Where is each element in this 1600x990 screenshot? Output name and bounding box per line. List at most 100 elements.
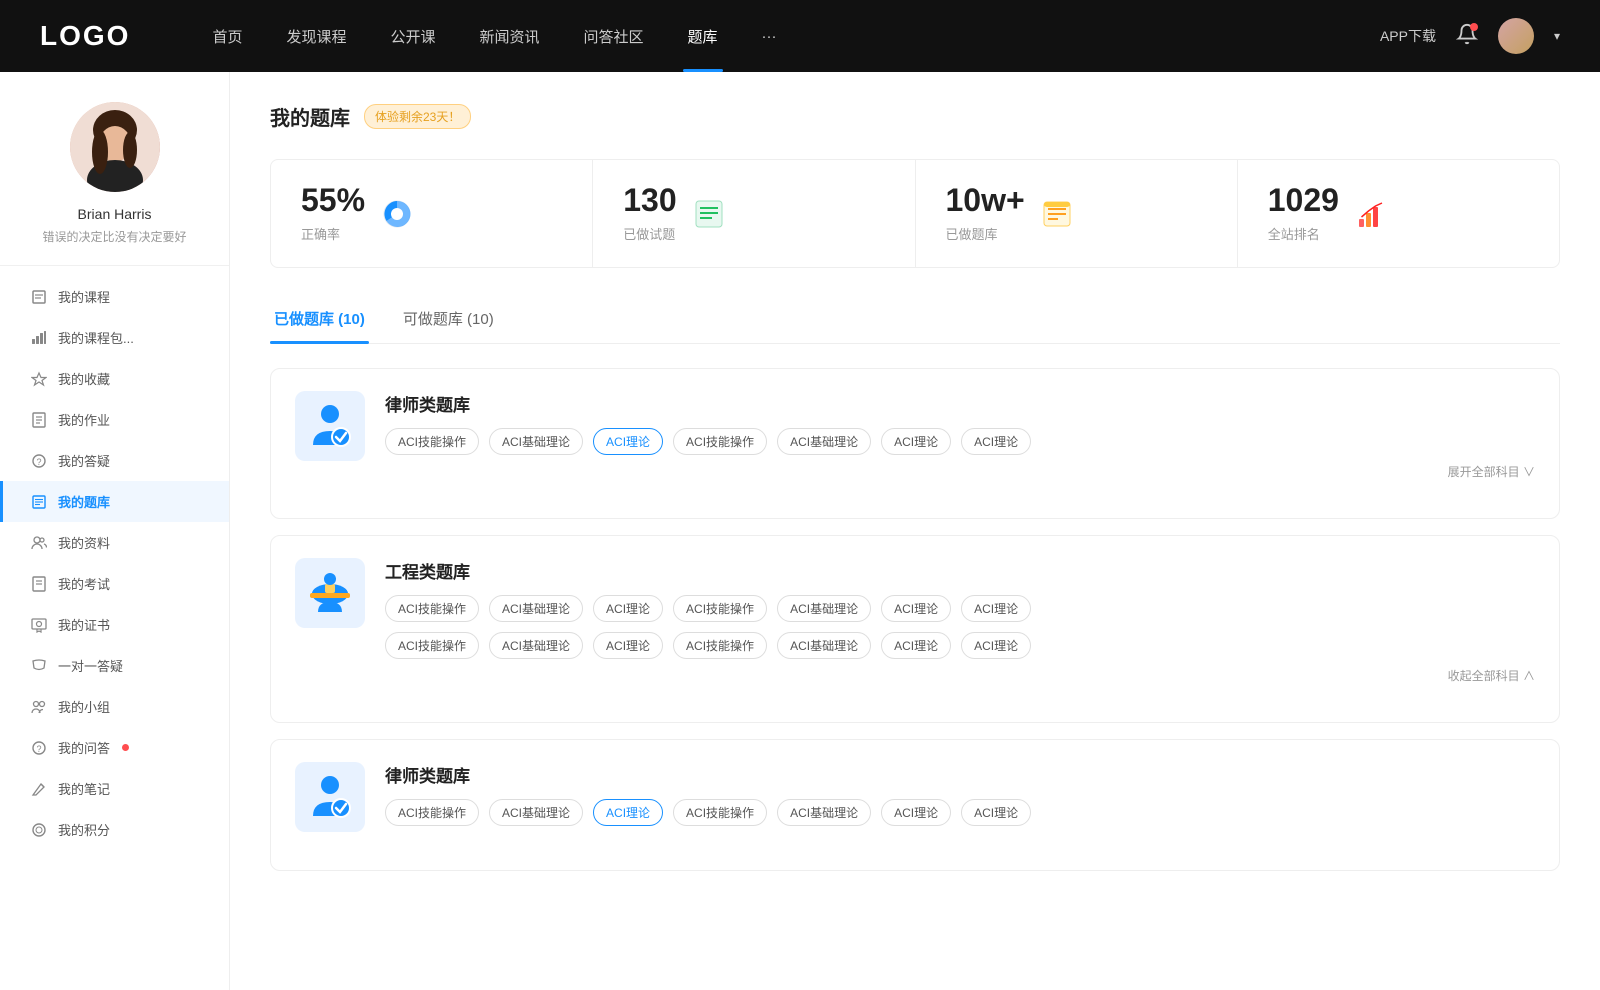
sidebar-menu: 我的课程 我的课程包... 我的收藏 我的作业	[0, 266, 229, 860]
tabs-row: 已做题库 (10) 可做题库 (10)	[270, 298, 1560, 344]
qbank-lawyer2-tag-0[interactable]: ACI技能操作	[385, 799, 479, 826]
sidebar-item-my-data[interactable]: 我的资料	[0, 522, 229, 563]
course-pkg-icon	[30, 329, 48, 347]
qbank-engineer1-info: 工程类题库 ACI技能操作 ACI基础理论 ACI理论 ACI技能操作 ACI基…	[385, 558, 1535, 684]
groups-icon	[30, 698, 48, 716]
engineer1-icon-wrap	[295, 558, 365, 628]
qbank-engineer1-tag2-4[interactable]: ACI基础理论	[777, 632, 871, 659]
app-download[interactable]: APP下载	[1380, 26, 1436, 46]
svg-text:?: ?	[36, 457, 41, 467]
qbank-engineer1-tag2-2[interactable]: ACI理论	[593, 632, 663, 659]
sidebar-item-qbank[interactable]: 我的题库	[0, 481, 229, 522]
question-notification-dot	[122, 744, 129, 751]
qbank-lawyer2-tag-2[interactable]: ACI理论	[593, 799, 663, 826]
sidebar-label-groups: 我的小组	[58, 697, 110, 716]
tab-done-banks[interactable]: 已做题库 (10)	[270, 298, 369, 343]
sidebar-label-exam: 我的考试	[58, 574, 110, 593]
sidebar-profile: Brian Harris 错误的决定比没有决定要好	[0, 72, 229, 266]
user-avatar[interactable]	[1498, 18, 1534, 54]
sidebar-item-tutoring[interactable]: 一对一答疑	[0, 645, 229, 686]
qbank-card-lawyer2: 律师类题库 ACI技能操作 ACI基础理论 ACI理论 ACI技能操作 ACI基…	[270, 739, 1560, 871]
qbank-engineer1-tag2-5[interactable]: ACI理论	[881, 632, 951, 659]
qbank-engineer1-tag2-6[interactable]: ACI理论	[961, 632, 1031, 659]
qbank-lawyer1-tag-6[interactable]: ACI理论	[961, 428, 1031, 455]
nav-more[interactable]: ···	[740, 0, 799, 72]
notification-bell[interactable]	[1456, 23, 1478, 50]
qbank-lawyer1-info: 律师类题库 ACI技能操作 ACI基础理论 ACI理论 ACI技能操作 ACI基…	[385, 391, 1535, 480]
tab-available-banks[interactable]: 可做题库 (10)	[399, 298, 498, 343]
nav-open-course[interactable]: 公开课	[368, 0, 457, 72]
sidebar-label-cert: 我的证书	[58, 615, 110, 634]
qbank-lawyer1-tag-4[interactable]: ACI基础理论	[777, 428, 871, 455]
qbank-engineer1-tag-6[interactable]: ACI理论	[961, 595, 1031, 622]
question-icon: ?	[30, 739, 48, 757]
nav-qa[interactable]: 问答社区	[562, 0, 666, 72]
qbank-engineer1-tag-4[interactable]: ACI基础理论	[777, 595, 871, 622]
nav-qbank[interactable]: 题库	[666, 0, 740, 72]
ranking-icon	[1353, 196, 1389, 232]
qbank-lawyer1-tag-2[interactable]: ACI理论	[593, 428, 663, 455]
sidebar-item-my-question[interactable]: ? 我的问答	[0, 727, 229, 768]
qbank-engineer1-tag2-0[interactable]: ACI技能操作	[385, 632, 479, 659]
sidebar-label-qbank: 我的题库	[58, 492, 110, 511]
qbank-engineer1-tag-3[interactable]: ACI技能操作	[673, 595, 767, 622]
stat-ranking-number: 1029	[1268, 184, 1339, 216]
sidebar-item-cert[interactable]: 我的证书	[0, 604, 229, 645]
stat-done-questions: 130 已做试题	[593, 160, 915, 267]
svg-text:?: ?	[36, 744, 41, 754]
qbank-lawyer2-tag-3[interactable]: ACI技能操作	[673, 799, 767, 826]
navbar: LOGO 首页 发现课程 公开课 新闻资讯 问答社区 题库 ··· APP下载 …	[0, 0, 1600, 72]
qbank-lawyer1-tag-5[interactable]: ACI理论	[881, 428, 951, 455]
qbank-lawyer2-tag-1[interactable]: ACI基础理论	[489, 799, 583, 826]
homework-icon	[30, 411, 48, 429]
qbank-lawyer1-tag-3[interactable]: ACI技能操作	[673, 428, 767, 455]
qbank-card-lawyer1: 律师类题库 ACI技能操作 ACI基础理论 ACI理论 ACI技能操作 ACI基…	[270, 368, 1560, 519]
qbank-lawyer1-tag-1[interactable]: ACI基础理论	[489, 428, 583, 455]
favorites-icon	[30, 370, 48, 388]
sidebar-item-notes[interactable]: 我的笔记	[0, 768, 229, 809]
qbank-card-engineer1: 工程类题库 ACI技能操作 ACI基础理论 ACI理论 ACI技能操作 ACI基…	[270, 535, 1560, 723]
qbank-engineer1-tags-row1: ACI技能操作 ACI基础理论 ACI理论 ACI技能操作 ACI基础理论 AC…	[385, 595, 1535, 622]
nav-news[interactable]: 新闻资讯	[458, 0, 562, 72]
stat-ranking: 1029 全站排名	[1238, 160, 1559, 267]
qbank-engineer1-tag-1[interactable]: ACI基础理论	[489, 595, 583, 622]
sidebar-item-favorites[interactable]: 我的收藏	[0, 358, 229, 399]
sidebar-item-my-qa[interactable]: ? 我的答疑	[0, 440, 229, 481]
qbank-engineer1-title: 工程类题库	[385, 558, 1535, 583]
qbank-lawyer2-title: 律师类题库	[385, 762, 1535, 787]
sidebar-label-my-qa: 我的答疑	[58, 451, 110, 470]
qbank-engineer1-tag-0[interactable]: ACI技能操作	[385, 595, 479, 622]
stat-ranking-value-block: 1029 全站排名	[1268, 184, 1339, 243]
qbank-lawyer2-tag-5[interactable]: ACI理论	[881, 799, 951, 826]
qbank-engineer1-tag-2[interactable]: ACI理论	[593, 595, 663, 622]
stat-done-q-value-block: 130 已做试题	[623, 184, 676, 243]
sidebar-label-notes: 我的笔记	[58, 779, 110, 798]
qbank-engineer1-tag-5[interactable]: ACI理论	[881, 595, 951, 622]
trial-badge: 体验剩余23天！	[364, 104, 471, 129]
sidebar-item-groups[interactable]: 我的小组	[0, 686, 229, 727]
done-banks-icon	[1039, 196, 1075, 232]
sidebar-item-course-pkg[interactable]: 我的课程包...	[0, 317, 229, 358]
sidebar-label-tutoring: 一对一答疑	[58, 656, 123, 675]
qbank-lawyer1-tag-0[interactable]: ACI技能操作	[385, 428, 479, 455]
nav-home[interactable]: 首页	[190, 0, 264, 72]
profile-motto: 错误的决定比没有决定要好	[42, 228, 186, 245]
sidebar-item-exam[interactable]: 我的考试	[0, 563, 229, 604]
sidebar-item-my-course[interactable]: 我的课程	[0, 276, 229, 317]
stat-done-banks: 10w+ 已做题库	[916, 160, 1238, 267]
qbank-lawyer2-tag-4[interactable]: ACI基础理论	[777, 799, 871, 826]
sidebar-label-course-pkg: 我的课程包...	[58, 328, 134, 347]
stat-accuracy-number: 55%	[301, 184, 365, 216]
qbank-lawyer2-info: 律师类题库 ACI技能操作 ACI基础理论 ACI理论 ACI技能操作 ACI基…	[385, 762, 1535, 826]
qbank-engineer1-tag2-1[interactable]: ACI基础理论	[489, 632, 583, 659]
sidebar-item-homework[interactable]: 我的作业	[0, 399, 229, 440]
sidebar-label-points: 我的积分	[58, 820, 110, 839]
qbank-engineer1-tag2-3[interactable]: ACI技能操作	[673, 632, 767, 659]
qbank-lawyer1-expand[interactable]: 展开全部科目 ∨	[385, 463, 1535, 480]
qbank-lawyer2-tag-6[interactable]: ACI理论	[961, 799, 1031, 826]
nav-discover[interactable]: 发现课程	[264, 0, 368, 72]
qbank-card-lawyer2-header: 律师类题库 ACI技能操作 ACI基础理论 ACI理论 ACI技能操作 ACI基…	[295, 762, 1535, 832]
sidebar-item-points[interactable]: 我的积分	[0, 809, 229, 850]
user-menu-chevron[interactable]: ▾	[1554, 29, 1560, 43]
qbank-engineer1-expand[interactable]: 收起全部科目 ∧	[385, 667, 1535, 684]
